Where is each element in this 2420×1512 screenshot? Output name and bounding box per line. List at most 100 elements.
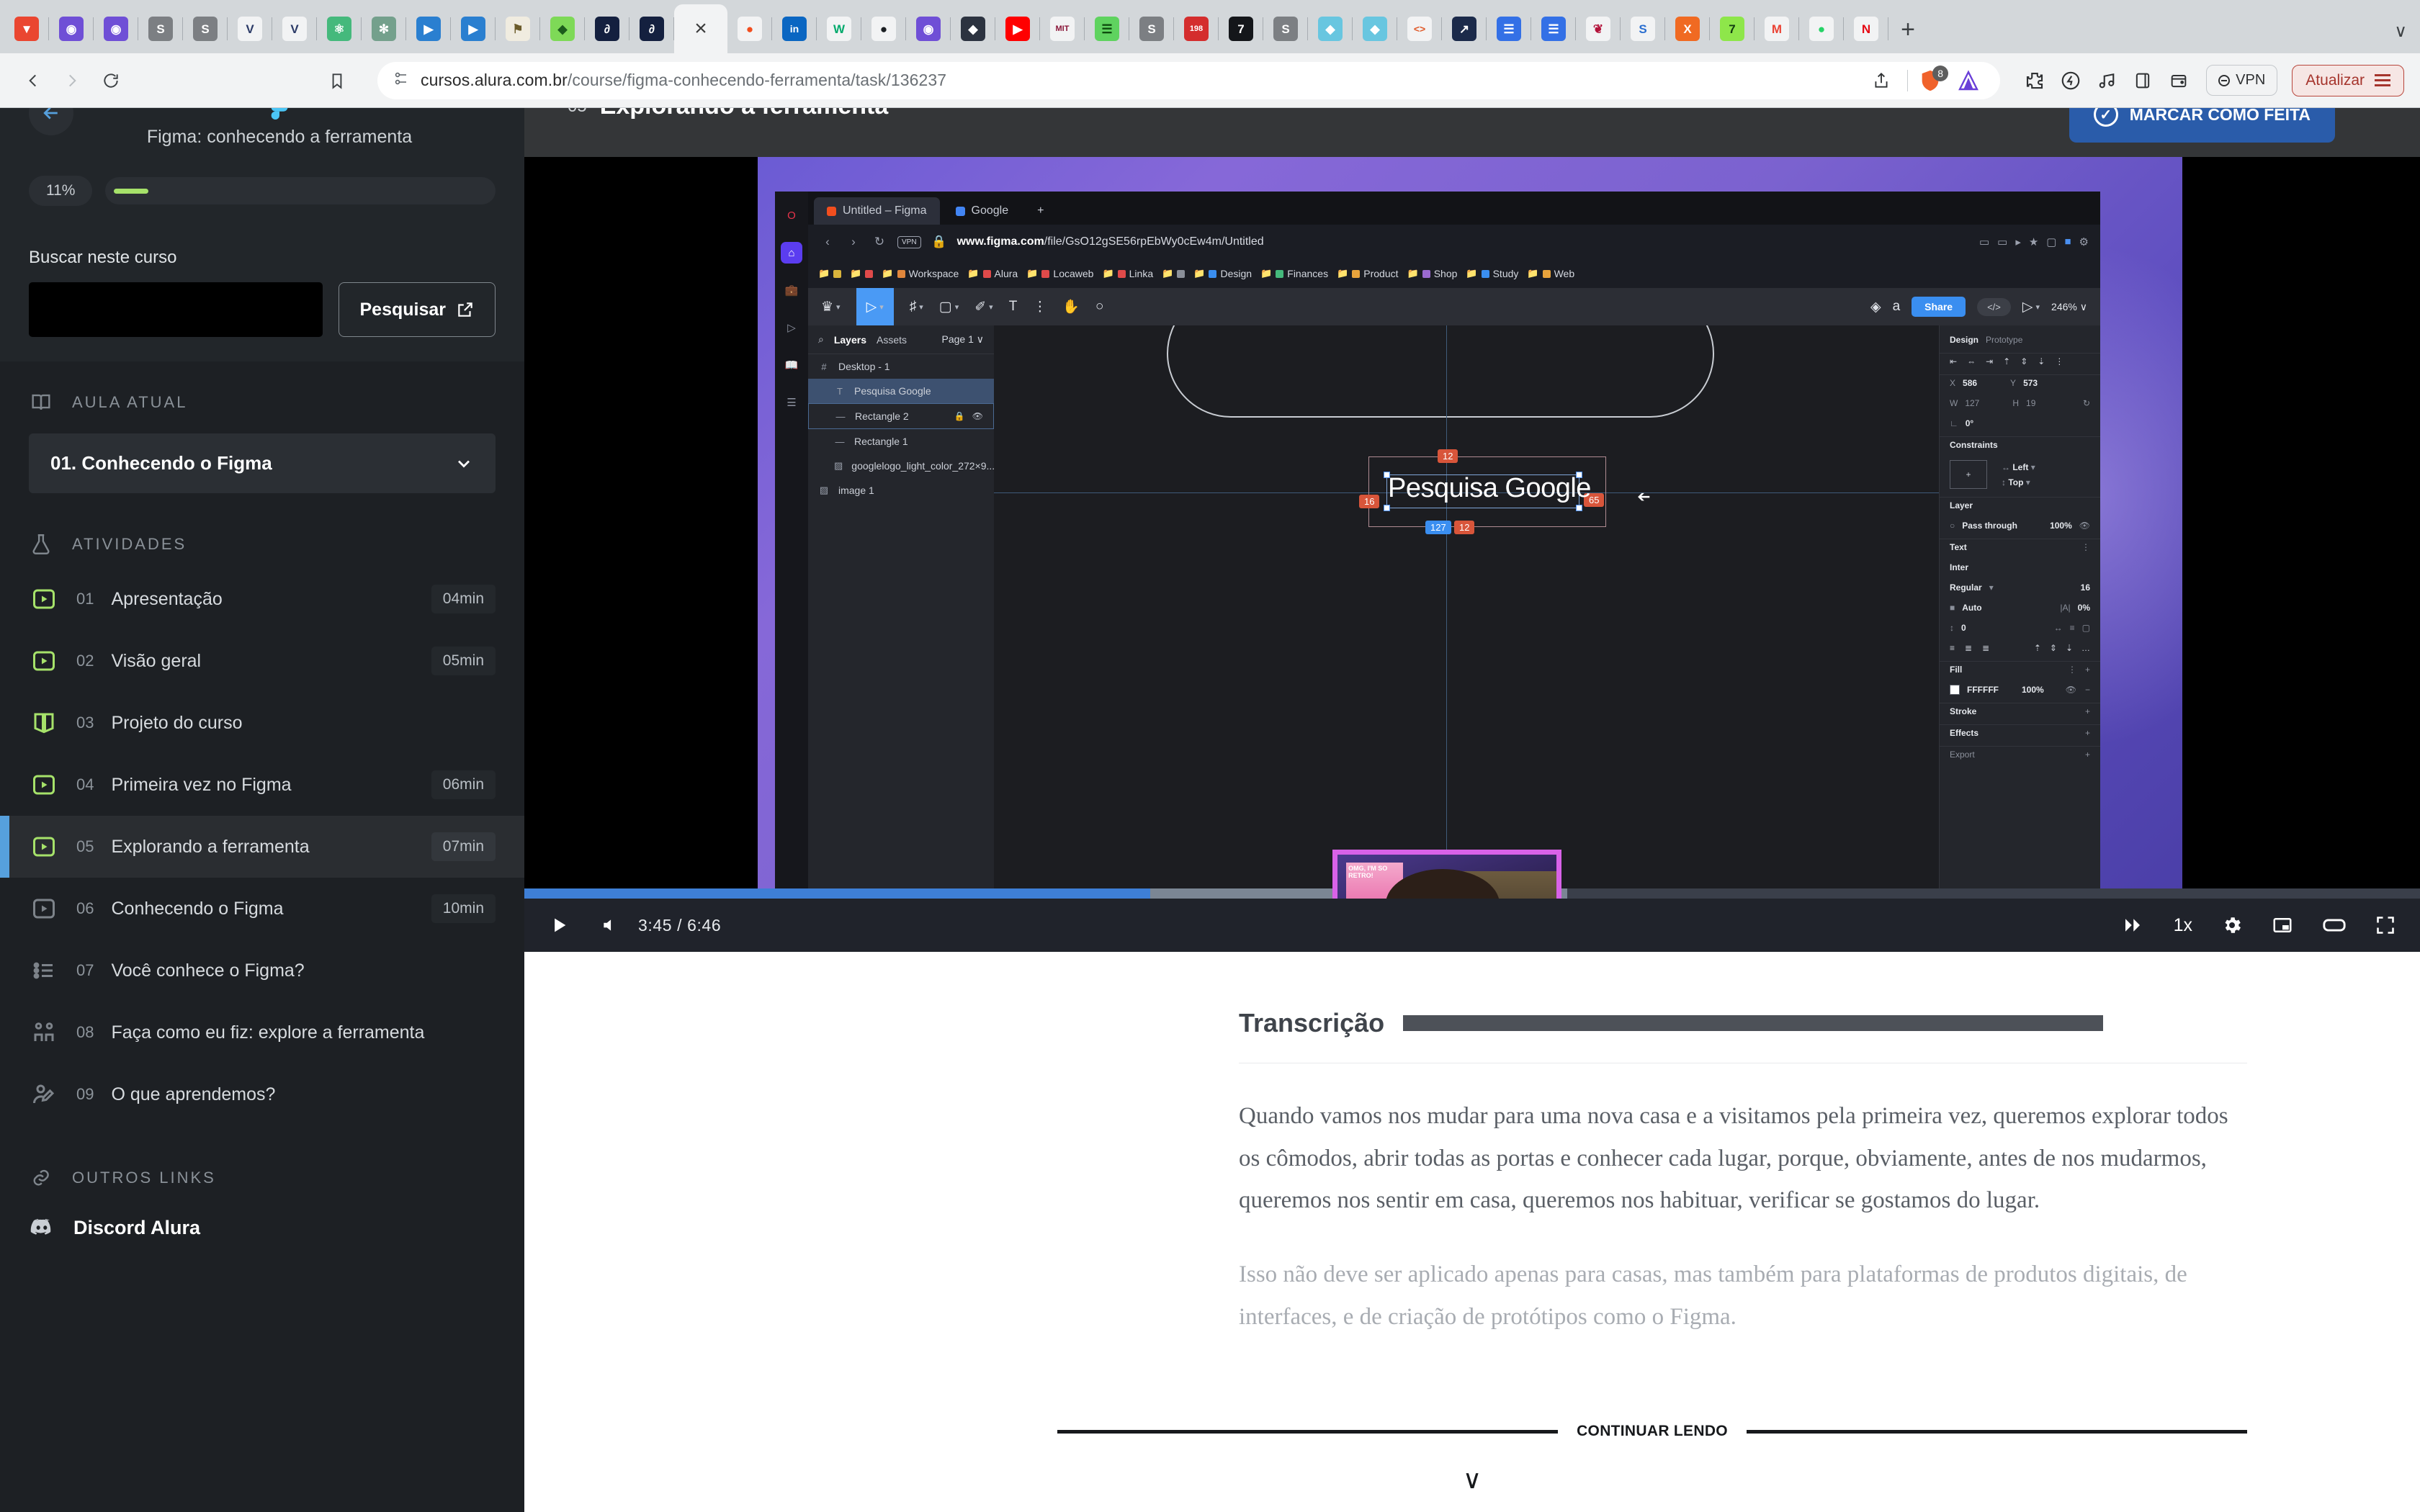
video-player[interactable]: O ⌂ 💼 ▷ 📖 ☰ Untitled – Figma Google + ‹ › … xyxy=(524,157,2420,899)
browser-tab-blue-doc-1[interactable]: ☰ xyxy=(1487,4,1531,53)
x-label: X xyxy=(1950,378,1956,388)
browser-tab-grey-globe-1[interactable]: S xyxy=(138,4,183,53)
fullscreen-button[interactable] xyxy=(2375,915,2396,935)
browser-tab-grey-globe-2[interactable]: S xyxy=(183,4,228,53)
course-search-input[interactable] xyxy=(29,282,323,337)
continue-chevron-down-icon[interactable]: ∨ xyxy=(524,1464,2420,1495)
activity-item-05[interactable]: 05 Explorando a ferramenta 07min xyxy=(0,816,524,878)
brave-leo-icon[interactable] xyxy=(1953,65,1984,96)
add-export-icon: + xyxy=(2084,750,2090,760)
browser-tab-linkedin[interactable]: in xyxy=(772,4,817,53)
site-permissions-icon[interactable] xyxy=(393,70,411,91)
activity-item-08[interactable]: 08 Faça como eu fiz: explore a ferramenta xyxy=(0,1002,524,1063)
mark-as-done-button[interactable]: ✓ MARCAR COMO FEITA xyxy=(2069,108,2335,143)
video-frame: O ⌂ 💼 ▷ 📖 ☰ Untitled – Figma Google + ‹ › … xyxy=(758,157,2182,899)
browser-tabstrip[interactable]: ▼ ◉ ◉ S S V V ⚛ ✻ ▶ ▶ ⚑ ◆ ∂ ∂ × ● in W ● ◉ ◆ ▶ MIT ☰ S 198 7 S ◆ ◆ <> ↗ ☰… xyxy=(0,0,2420,53)
browser-tab-figma[interactable]: ● xyxy=(727,4,772,53)
browser-tab-colorful-app-1[interactable]: ◉ xyxy=(49,4,94,53)
vpn-toggle[interactable]: VPN xyxy=(2206,65,2278,96)
sidebar-scroll-area[interactable]: AULA ATUAL 01. Conhecendo o Figma ATIVID… xyxy=(0,361,524,1512)
playback-speed-label[interactable]: 1x xyxy=(2174,915,2192,936)
browser-tab-colorful-app-3[interactable]: ◉ xyxy=(906,4,951,53)
activity-item-03[interactable]: 03 Projeto do curso xyxy=(0,692,524,754)
browser-tab-seven-dark[interactable]: 7 xyxy=(1219,4,1263,53)
bookmark-icon[interactable] xyxy=(320,63,354,98)
browser-tab-play-blue-2[interactable]: ▶ xyxy=(451,4,496,53)
browser-tab-gmail[interactable]: M xyxy=(1754,4,1799,53)
settings-gear-icon[interactable] xyxy=(2221,914,2243,936)
update-browser-button[interactable]: Atualizar xyxy=(2292,64,2404,96)
browser-tab-youtube[interactable]: ▶ xyxy=(995,4,1040,53)
browser-tab-arxiv-1[interactable]: ∂ xyxy=(585,4,629,53)
figma-browser-tabs: Untitled – Figma Google + xyxy=(808,192,2100,225)
activity-item-02[interactable]: 02 Visão geral 05min xyxy=(0,630,524,692)
extensions-puzzle-icon[interactable] xyxy=(2019,65,2051,96)
browser-tab-orange-x[interactable]: X xyxy=(1665,4,1710,53)
browser-tab-github[interactable]: ● xyxy=(861,4,906,53)
browser-tab-frog-green[interactable]: ◆ xyxy=(540,4,585,53)
browser-tab-diamond-2[interactable]: ◆ xyxy=(1353,4,1397,53)
browser-tab-arxiv-2[interactable]: ∂ xyxy=(629,4,674,53)
browser-tab-netflix[interactable]: N xyxy=(1844,4,1888,53)
layers-tab: Layers xyxy=(833,333,866,346)
video-controls-bar[interactable]: 3:45 / 6:46 1x xyxy=(524,888,2420,952)
search-submit-button[interactable]: Pesquisar xyxy=(339,282,496,337)
constrain-ratio-icon: ↻ xyxy=(2082,398,2090,408)
picture-in-picture-button[interactable] xyxy=(2272,914,2293,936)
browser-menu-icon[interactable] xyxy=(2375,74,2390,86)
back-button[interactable] xyxy=(16,63,50,98)
reload-button[interactable] xyxy=(94,63,128,98)
browser-tab-colorful-app-2[interactable]: ◉ xyxy=(94,4,138,53)
browser-tab-bat-dark[interactable]: ◆ xyxy=(951,4,995,53)
browser-tab-navy-chart[interactable]: ↗ xyxy=(1442,4,1487,53)
browser-tab-red-198[interactable]: 198 xyxy=(1174,4,1219,53)
current-lesson-dropdown[interactable]: 01. Conhecendo o Figma xyxy=(29,433,496,493)
browser-tab-play-blue-1[interactable]: ▶ xyxy=(406,4,451,53)
brave-rewards-icon[interactable] xyxy=(2055,65,2087,96)
valign-top-icon: ⇡ xyxy=(2033,643,2041,653)
browser-tab-whatsapp[interactable]: ● xyxy=(1799,4,1844,53)
skip-forward-button[interactable] xyxy=(2120,914,2145,936)
brave-shields-icon[interactable]: 8 xyxy=(1918,65,1949,93)
activity-item-04[interactable]: 04 Primeira vez no Figma 06min xyxy=(0,754,524,816)
wallet-icon[interactable] xyxy=(2163,65,2195,96)
browser-tab-atom-green[interactable]: ⚛ xyxy=(317,4,362,53)
activity-item-01[interactable]: 01 Apresentação 04min xyxy=(0,568,524,630)
activity-item-06[interactable]: 06 Conhecendo o Figma 10min xyxy=(0,878,524,940)
url-bar[interactable]: cursos.alura.com.br/course/figma-conhece… xyxy=(377,61,2001,99)
browser-tab-notes-green[interactable]: ☰ xyxy=(1085,4,1129,53)
browser-tab-green-7[interactable]: 7 xyxy=(1710,4,1754,53)
theater-mode-button[interactable] xyxy=(2322,917,2347,934)
browser-tab-vercel-1[interactable]: V xyxy=(228,4,272,53)
browser-tab-university-seal[interactable]: ⚑ xyxy=(496,4,540,53)
close-icon[interactable]: × xyxy=(694,18,707,40)
tab-list-chevron-icon[interactable]: ∨ xyxy=(2394,21,2407,42)
browser-tab-blue-doc-2[interactable]: ☰ xyxy=(1531,4,1576,53)
browser-tab-blue-s[interactable]: S xyxy=(1621,4,1665,53)
forward-button[interactable] xyxy=(55,63,89,98)
browser-tab-code-brackets[interactable]: <> xyxy=(1397,4,1442,53)
browser-tab-diamond-1[interactable]: ◆ xyxy=(1308,4,1353,53)
browser-tab-mit-ocw[interactable]: MIT xyxy=(1040,4,1085,53)
mute-button[interactable] xyxy=(601,916,619,935)
page-selector: Page 1 ∨ xyxy=(941,333,984,345)
browser-tab-brave-shield[interactable]: ▼ xyxy=(4,4,49,53)
browser-tab-grey-globe-3[interactable]: S xyxy=(1129,4,1174,53)
new-tab-button[interactable]: + xyxy=(1888,10,1927,49)
discord-alura-link[interactable]: Discord Alura xyxy=(0,1202,524,1254)
prototype-tab: Prototype xyxy=(1986,335,2023,345)
continue-reading-area[interactable]: CONTINUAR LENDO ∨ xyxy=(524,1423,2420,1495)
valign-bottom-icon: ⇣ xyxy=(2065,643,2073,653)
activity-item-07[interactable]: 07 Você conhece o Figma? xyxy=(0,940,524,1002)
play-button[interactable] xyxy=(549,914,569,937)
activity-item-09[interactable]: 09 O que aprendemos? xyxy=(0,1063,524,1125)
music-playlist-icon[interactable] xyxy=(2091,65,2123,96)
share-icon[interactable] xyxy=(1865,65,1897,96)
browser-tab-vercel-2[interactable]: V xyxy=(272,4,317,53)
browser-tab-red-hook[interactable]: ❦ xyxy=(1576,4,1621,53)
browser-tab-active[interactable]: × xyxy=(674,4,727,53)
sidebar-toggle-icon[interactable] xyxy=(2127,65,2159,96)
browser-tab-w3schools[interactable]: W xyxy=(817,4,861,53)
browser-tab-openai[interactable]: ✻ xyxy=(362,4,406,53)
browser-tab-grey-globe-4[interactable]: S xyxy=(1263,4,1308,53)
